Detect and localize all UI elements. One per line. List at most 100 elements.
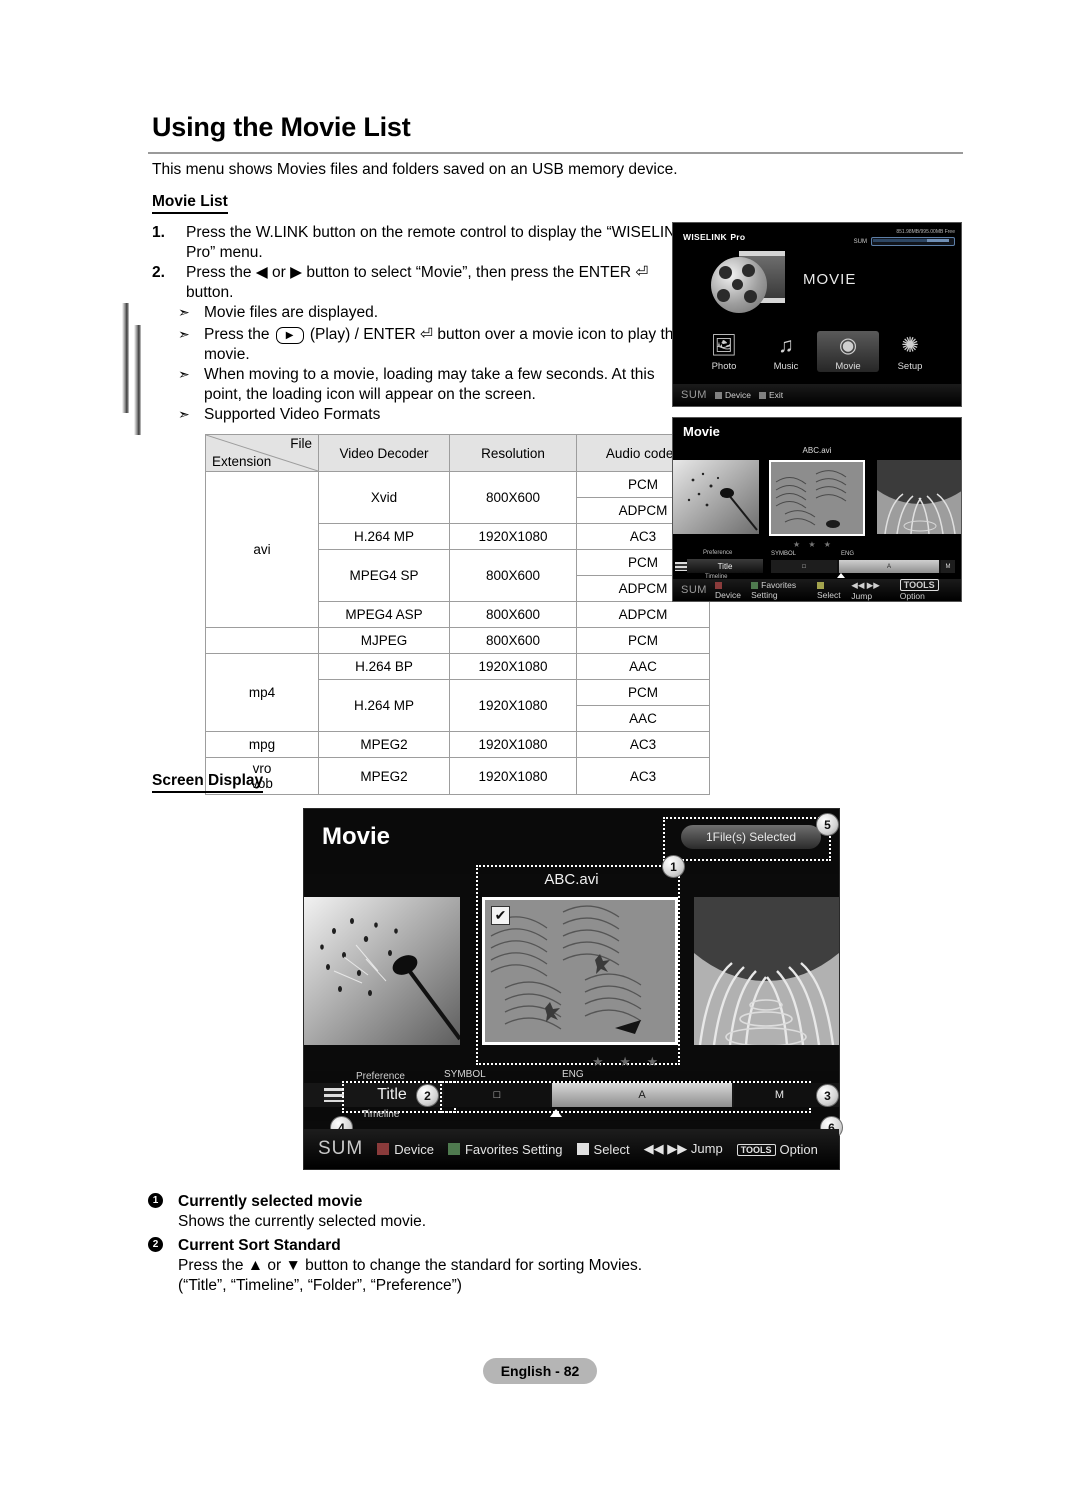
title-divider	[148, 152, 963, 154]
diagram-sort-row: Preference Title 2 Timeline SYMBOL ENG □…	[304, 1069, 839, 1121]
alpha-segment-symbol[interactable]: □	[771, 560, 837, 573]
footer-select-item[interactable]: Select	[816, 580, 843, 600]
menu-item-photo[interactable]: 🖼 Photo	[693, 331, 755, 372]
footer-select-item[interactable]: Select	[576, 1142, 630, 1157]
gear-icon: ✺	[901, 334, 919, 357]
cell-decoder: MPEG2	[318, 757, 450, 795]
footer-favorites-item[interactable]: Favorites Setting	[447, 1142, 563, 1157]
menu-item-music[interactable]: ♫ Music	[755, 331, 817, 372]
cell-audio: AAC	[576, 653, 710, 680]
corner-label-extension: Extension	[212, 454, 272, 469]
table-row: mpg MPEG2 1920X1080 AC3	[205, 731, 710, 758]
green-key-icon	[447, 1142, 460, 1155]
table-corner-cell: File Extension	[205, 434, 319, 472]
diagram-thumbnail-right[interactable]	[694, 897, 839, 1045]
page-footer-badge: English - 82	[483, 1358, 597, 1384]
page-title: Using the Movie List	[152, 112, 411, 142]
movie-list-screenshot: Movie ABC.avi ★ ★ ★ Preference Title Tim…	[672, 417, 962, 602]
footer-option-item[interactable]: TOOLSOption	[899, 579, 953, 601]
cell-extension-mp4: mp4	[205, 653, 319, 732]
sum-logo: SUM	[681, 584, 707, 596]
cell-decoder: MPEG2	[318, 731, 450, 758]
alpha-index-bar[interactable]: □ A M	[771, 560, 955, 573]
alpha-caret-icon	[837, 573, 845, 578]
sort-current-value[interactable]: Title	[687, 559, 763, 573]
cell-audio: ADPCM	[576, 601, 710, 628]
cell-decoder: MJPEG	[318, 627, 450, 654]
alpha-index-bar[interactable]: □ A M	[444, 1083, 825, 1107]
menu-label-music: Music	[773, 361, 799, 372]
wiselink-brand: WISELINK Pro	[683, 231, 745, 243]
cell-resolution: 1920X1080	[449, 523, 577, 550]
step-2-number: 2.	[152, 264, 165, 281]
cell-audio: AAC	[576, 705, 710, 732]
menu-label-setup: Setup	[897, 361, 923, 372]
tools-key-icon: TOOLS	[899, 579, 939, 591]
margin-bar-inner	[134, 325, 141, 435]
red-key-icon	[377, 1142, 390, 1155]
alpha-segment-selected[interactable]: A	[552, 1083, 732, 1107]
footer-exit-item[interactable]: Exit	[758, 390, 783, 400]
arrow-bullet-icon: ➣	[178, 304, 190, 320]
cell-resolution: 800X600	[449, 627, 577, 654]
cell-audio: AC3	[576, 757, 710, 795]
footnote-1-description: Shows the currently selected movie.	[178, 1213, 427, 1230]
cell-audio: PCM	[576, 679, 710, 706]
wiselink-brand-main: WISELINK	[683, 232, 727, 242]
manual-page: Using the Movie List This menu shows Mov…	[0, 0, 1080, 1488]
arrow-bullet-icon: ➣	[178, 406, 190, 422]
jump-arrows-icon: ◀◀ ▶▶	[643, 1141, 688, 1156]
cell-decoder: Xvid	[318, 471, 450, 524]
diagram-title: Movie	[322, 823, 391, 850]
intro-text: This menu shows Movies files and folders…	[152, 161, 678, 178]
thumbnail-center-selected[interactable]	[769, 460, 865, 536]
cell-audio: PCM	[576, 627, 710, 654]
tools-key-icon: TOOLS	[736, 1143, 776, 1156]
footer-favorites-item[interactable]: Favorites Setting	[751, 580, 809, 600]
diagram-filename: ABC.avi	[544, 871, 599, 888]
diagram-rating-stars: ★ ★ ★	[592, 1054, 665, 1069]
sum-logo: SUM	[681, 389, 707, 401]
thumbnail-right[interactable]	[877, 460, 961, 534]
footer-device-item[interactable]: Device	[714, 580, 743, 600]
cell-resolution: 1920X1080	[449, 679, 577, 732]
alpha-segment-m[interactable]: M	[941, 560, 955, 573]
thumbnail-left[interactable]	[673, 460, 759, 534]
cell-resolution: 1920X1080	[449, 757, 577, 795]
footer-device-item[interactable]: Device	[714, 390, 751, 400]
selection-checkbox[interactable]: ✔	[491, 906, 510, 925]
footnote-2-description: Press the ▲ or ▼ button to change the st…	[178, 1257, 643, 1294]
alpha-segment-m[interactable]: M	[734, 1083, 825, 1107]
menu-item-movie[interactable]: ◉ Movie	[817, 331, 879, 372]
cell-decoder: H.264 MP	[318, 679, 450, 732]
alpha-segment-selected[interactable]: A	[839, 560, 939, 573]
sort-row: Preference Title Timeline SYMBOL ENG □ A…	[673, 550, 961, 580]
diagram-thumbnail-left[interactable]	[304, 897, 460, 1045]
cell-decoder: H.264 MP	[318, 523, 450, 550]
cell-audio: AC3	[576, 731, 710, 758]
footer-device-label: Device	[724, 390, 751, 400]
arrow-bullet-icon: ➣	[178, 366, 190, 382]
footer-device-label: Device	[394, 1141, 434, 1157]
leaf-pattern-image	[485, 900, 675, 1042]
exit-key-icon	[758, 392, 766, 399]
footnote-2-number: 2	[148, 1237, 163, 1252]
files-selected-badge[interactable]: 1File(s) Selected	[681, 825, 821, 849]
screen-display-diagram: Movie 1File(s) Selected 5 1 ABC.avi ✔ ★ …	[303, 808, 843, 1170]
footer-jump-item[interactable]: ◀◀ ▶▶ Jump	[644, 1141, 723, 1157]
diagram-thumbnail-center-selected[interactable]: ✔	[482, 897, 678, 1045]
footer-option-item[interactable]: TOOLSOption	[736, 1142, 818, 1157]
footer-device-item[interactable]: Device	[377, 1142, 434, 1157]
cell-resolution: 1920X1080	[449, 653, 577, 680]
step-2-text: Press the ◀ or ▶ button to select “Movie…	[186, 264, 649, 301]
yellow-key-icon	[576, 1142, 589, 1155]
supported-formats-table: File Extension Video Decoder Resolution …	[205, 434, 710, 795]
footer-jump-item[interactable]: ◀◀ ▶▶ Jump	[851, 580, 892, 601]
corner-label-file: File	[290, 436, 312, 451]
menu-item-setup[interactable]: ✺ Setup	[879, 331, 941, 372]
cell-extension-mpg: mpg	[205, 731, 319, 758]
eng-label: ENG	[562, 1069, 584, 1080]
wiselink-footer-bar: SUM Device Exit	[673, 384, 961, 406]
footnote-2: 2 Current Sort Standard Press the ▲ or ▼…	[148, 1236, 648, 1296]
alpha-segment-symbol[interactable]: □	[444, 1083, 550, 1107]
